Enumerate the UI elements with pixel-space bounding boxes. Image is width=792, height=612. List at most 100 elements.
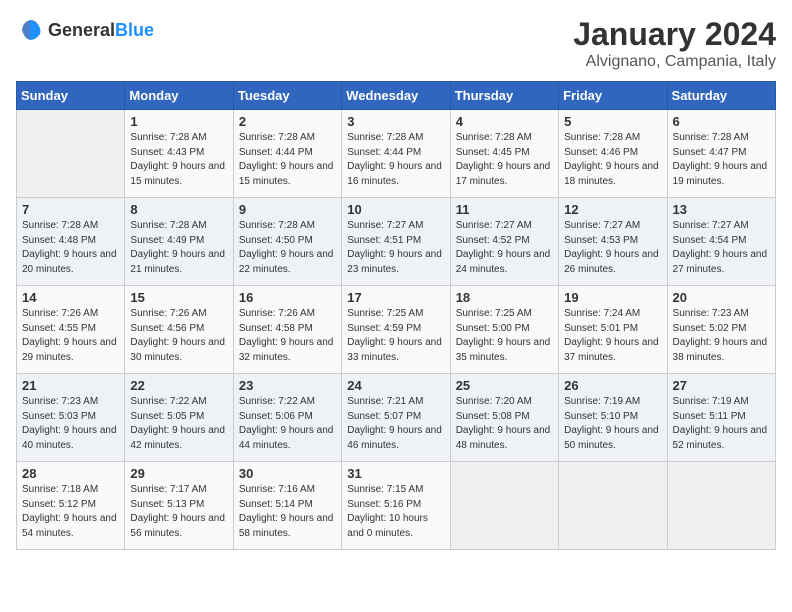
day-number: 8 bbox=[130, 202, 227, 217]
day-number: 30 bbox=[239, 466, 336, 481]
day-number: 14 bbox=[22, 290, 119, 305]
day-info: Sunrise: 7:27 AMSunset: 4:52 PMDaylight:… bbox=[456, 219, 553, 277]
month-year-title: January 2024 bbox=[573, 16, 776, 53]
day-info: Sunrise: 7:28 AMSunset: 4:49 PMDaylight:… bbox=[130, 219, 227, 277]
day-number: 25 bbox=[456, 378, 553, 393]
day-info: Sunrise: 7:19 AMSunset: 5:11 PMDaylight:… bbox=[673, 395, 770, 453]
day-cell: 15 Sunrise: 7:26 AMSunset: 4:56 PMDayligh… bbox=[125, 286, 233, 374]
day-number: 4 bbox=[456, 114, 553, 129]
day-number: 9 bbox=[239, 202, 336, 217]
day-cell: 30Sunrise: 7:16 AMSunset: 5:14 PMDayligh… bbox=[233, 462, 341, 550]
day-info: Sunrise: 7:27 AMSunset: 4:54 PMDaylight:… bbox=[673, 219, 770, 277]
day-number: 3 bbox=[347, 114, 444, 129]
day-number: 12 bbox=[564, 202, 661, 217]
day-number: 31 bbox=[347, 466, 444, 481]
day-info: Sunrise: 7:27 AMSunset: 4:53 PMDaylight:… bbox=[564, 219, 661, 277]
day-info: Sunrise: 7:28 AMSunset: 4:44 PMDaylight:… bbox=[239, 131, 336, 189]
day-number: 13 bbox=[673, 202, 770, 217]
day-cell: 26Sunrise: 7:19 AMSunset: 5:10 PMDayligh… bbox=[559, 374, 667, 462]
day-info: Sunrise: 7:28 AMSunset: 4:50 PMDaylight:… bbox=[239, 219, 336, 277]
day-info: Sunrise: 7:20 AMSunset: 5:08 PMDaylight:… bbox=[456, 395, 553, 453]
day-cell: 8 Sunrise: 7:28 AMSunset: 4:49 PMDaylight… bbox=[125, 198, 233, 286]
day-cell: 16 Sunrise: 7:26 AMSunset: 4:58 PMDayligh… bbox=[233, 286, 341, 374]
day-cell: 22Sunrise: 7:22 AMSunset: 5:05 PMDayligh… bbox=[125, 374, 233, 462]
day-info: Sunrise: 7:18 AMSunset: 5:12 PMDaylight:… bbox=[22, 483, 119, 541]
day-cell bbox=[667, 462, 775, 550]
logo: GeneralBlue bbox=[16, 16, 154, 44]
day-number: 26 bbox=[564, 378, 661, 393]
day-info: Sunrise: 7:21 AMSunset: 5:07 PMDaylight:… bbox=[347, 395, 444, 453]
day-cell: 13 Sunrise: 7:27 AMSunset: 4:54 PMDayligh… bbox=[667, 198, 775, 286]
day-cell: 18 Sunrise: 7:25 AMSunset: 5:00 PMDayligh… bbox=[450, 286, 558, 374]
day-cell: 7 Sunrise: 7:28 AMSunset: 4:48 PMDaylight… bbox=[17, 198, 125, 286]
day-cell: 17 Sunrise: 7:25 AMSunset: 4:59 PMDayligh… bbox=[342, 286, 450, 374]
day-cell: 3 Sunrise: 7:28 AMSunset: 4:44 PMDaylight… bbox=[342, 110, 450, 198]
day-number: 6 bbox=[673, 114, 770, 129]
day-number: 11 bbox=[456, 202, 553, 217]
day-cell: 24 Sunrise: 7:21 AMSunset: 5:07 PMDayligh… bbox=[342, 374, 450, 462]
col-header-thursday: Thursday bbox=[450, 82, 558, 110]
day-number: 15 bbox=[130, 290, 227, 305]
day-cell: 27 Sunrise: 7:19 AMSunset: 5:11 PMDayligh… bbox=[667, 374, 775, 462]
day-info: Sunrise: 7:26 AMSunset: 4:55 PMDaylight:… bbox=[22, 307, 119, 365]
day-info: Sunrise: 7:28 AMSunset: 4:47 PMDaylight:… bbox=[673, 131, 770, 189]
day-cell: 29Sunrise: 7:17 AMSunset: 5:13 PMDayligh… bbox=[125, 462, 233, 550]
day-info: Sunrise: 7:28 AMSunset: 4:46 PMDaylight:… bbox=[564, 131, 661, 189]
day-cell bbox=[559, 462, 667, 550]
day-info: Sunrise: 7:26 AMSunset: 4:58 PMDaylight:… bbox=[239, 307, 336, 365]
day-number: 5 bbox=[564, 114, 661, 129]
header-row: SundayMondayTuesdayWednesdayThursdayFrid… bbox=[17, 82, 776, 110]
day-number: 16 bbox=[239, 290, 336, 305]
day-info: Sunrise: 7:28 AMSunset: 4:48 PMDaylight:… bbox=[22, 219, 119, 277]
day-number: 2 bbox=[239, 114, 336, 129]
day-info: Sunrise: 7:28 AMSunset: 4:43 PMDaylight:… bbox=[130, 131, 227, 189]
day-number: 24 bbox=[347, 378, 444, 393]
day-cell: 21 Sunrise: 7:23 AMSunset: 5:03 PMDayligh… bbox=[17, 374, 125, 462]
day-number: 1 bbox=[130, 114, 227, 129]
day-info: Sunrise: 7:26 AMSunset: 4:56 PMDaylight:… bbox=[130, 307, 227, 365]
col-header-monday: Monday bbox=[125, 82, 233, 110]
day-cell: 28 Sunrise: 7:18 AMSunset: 5:12 PMDayligh… bbox=[17, 462, 125, 550]
day-cell: 12 Sunrise: 7:27 AMSunset: 4:53 PMDayligh… bbox=[559, 198, 667, 286]
day-cell: 2 Sunrise: 7:28 AMSunset: 4:44 PMDaylight… bbox=[233, 110, 341, 198]
day-number: 7 bbox=[22, 202, 119, 217]
day-cell: 14 Sunrise: 7:26 AMSunset: 4:55 PMDayligh… bbox=[17, 286, 125, 374]
day-info: Sunrise: 7:23 AMSunset: 5:03 PMDaylight:… bbox=[22, 395, 119, 453]
week-row-4: 21 Sunrise: 7:23 AMSunset: 5:03 PMDayligh… bbox=[17, 374, 776, 462]
col-header-wednesday: Wednesday bbox=[342, 82, 450, 110]
day-cell: 25 Sunrise: 7:20 AMSunset: 5:08 PMDayligh… bbox=[450, 374, 558, 462]
day-cell bbox=[17, 110, 125, 198]
day-cell: 11 Sunrise: 7:27 AMSunset: 4:52 PMDayligh… bbox=[450, 198, 558, 286]
day-number: 27 bbox=[673, 378, 770, 393]
day-cell: 31 Sunrise: 7:15 AMSunset: 5:16 PMDayligh… bbox=[342, 462, 450, 550]
day-number: 23 bbox=[239, 378, 336, 393]
day-info: Sunrise: 7:23 AMSunset: 5:02 PMDaylight:… bbox=[673, 307, 770, 365]
day-number: 17 bbox=[347, 290, 444, 305]
day-info: Sunrise: 7:25 AMSunset: 4:59 PMDaylight:… bbox=[347, 307, 444, 365]
day-cell: 10Sunrise: 7:27 AMSunset: 4:51 PMDayligh… bbox=[342, 198, 450, 286]
col-header-tuesday: Tuesday bbox=[233, 82, 341, 110]
calendar-table: SundayMondayTuesdayWednesdayThursdayFrid… bbox=[16, 81, 776, 550]
day-cell: 19Sunrise: 7:24 AMSunset: 5:01 PMDayligh… bbox=[559, 286, 667, 374]
day-info: Sunrise: 7:28 AMSunset: 4:44 PMDaylight:… bbox=[347, 131, 444, 189]
day-cell: 23Sunrise: 7:22 AMSunset: 5:06 PMDayligh… bbox=[233, 374, 341, 462]
day-number: 21 bbox=[22, 378, 119, 393]
day-info: Sunrise: 7:15 AMSunset: 5:16 PMDaylight:… bbox=[347, 483, 444, 541]
day-number: 18 bbox=[456, 290, 553, 305]
day-info: Sunrise: 7:25 AMSunset: 5:00 PMDaylight:… bbox=[456, 307, 553, 365]
page-header: GeneralBlue January 2024 Alvignano, Camp… bbox=[16, 16, 776, 71]
day-number: 22 bbox=[130, 378, 227, 393]
week-row-5: 28 Sunrise: 7:18 AMSunset: 5:12 PMDayligh… bbox=[17, 462, 776, 550]
col-header-sunday: Sunday bbox=[17, 82, 125, 110]
logo-icon bbox=[16, 16, 44, 44]
day-number: 19 bbox=[564, 290, 661, 305]
day-number: 29 bbox=[130, 466, 227, 481]
location-subtitle: Alvignano, Campania, Italy bbox=[573, 53, 776, 71]
title-area: January 2024 Alvignano, Campania, Italy bbox=[573, 16, 776, 71]
day-cell: 1 Sunrise: 7:28 AMSunset: 4:43 PMDaylight… bbox=[125, 110, 233, 198]
day-cell: 20 Sunrise: 7:23 AMSunset: 5:02 PMDayligh… bbox=[667, 286, 775, 374]
day-cell: 6 Sunrise: 7:28 AMSunset: 4:47 PMDaylight… bbox=[667, 110, 775, 198]
day-number: 28 bbox=[22, 466, 119, 481]
day-info: Sunrise: 7:27 AMSunset: 4:51 PMDaylight:… bbox=[347, 219, 444, 277]
day-number: 20 bbox=[673, 290, 770, 305]
